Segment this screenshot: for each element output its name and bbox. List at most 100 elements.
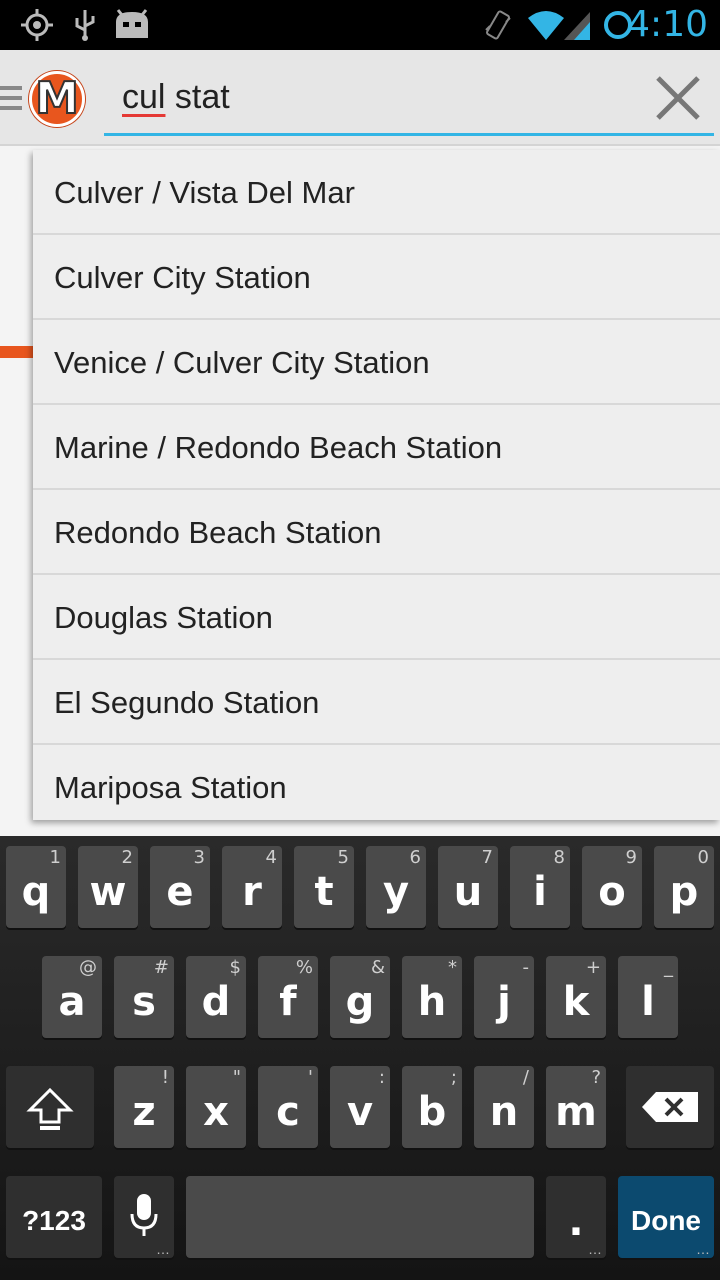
soft-keyboard: 1q 2w 3e 4r 5t 6y 7u 8i 9o 0p @ a # s $ d %… bbox=[0, 836, 720, 1280]
key-label: z bbox=[132, 1089, 156, 1135]
vibrate-icon bbox=[485, 10, 511, 40]
list-item[interactable]: Douglas Station bbox=[33, 575, 720, 660]
key-label: n bbox=[489, 1089, 519, 1135]
list-item[interactable]: Redondo Beach Station bbox=[33, 490, 720, 575]
key-label: w bbox=[89, 869, 127, 915]
key-hint: 3 bbox=[193, 847, 205, 868]
key-t[interactable]: 5t bbox=[294, 846, 354, 928]
app-logo[interactable]: M bbox=[29, 71, 85, 127]
list-item[interactable]: Marine / Redondo Beach Station bbox=[33, 405, 720, 490]
key-d[interactable]: $ d bbox=[186, 956, 246, 1038]
key-n[interactable]: / n bbox=[474, 1066, 534, 1148]
key-hint: % bbox=[295, 957, 313, 978]
key-o[interactable]: 9o bbox=[582, 846, 642, 928]
key-y[interactable]: 6y bbox=[366, 846, 426, 928]
action-bar: M cul stat bbox=[0, 50, 720, 146]
backspace-icon bbox=[642, 1092, 698, 1122]
key-label: r bbox=[242, 869, 262, 915]
screen: 4:10 M cul stat Culver / Vista Del Mar C… bbox=[0, 0, 720, 1280]
android-debug-icon bbox=[116, 9, 148, 38]
shift-icon bbox=[26, 1087, 74, 1130]
done-button[interactable]: Done … bbox=[618, 1176, 714, 1258]
key-label: a bbox=[58, 979, 86, 1025]
key-label: f bbox=[279, 979, 297, 1025]
status-bar: 4:10 bbox=[0, 0, 720, 50]
key-v[interactable]: :v bbox=[330, 1066, 390, 1148]
key-label: x bbox=[203, 1089, 229, 1135]
key-h[interactable]: * h bbox=[402, 956, 462, 1038]
close-icon[interactable] bbox=[652, 72, 704, 124]
key-hint: ? bbox=[591, 1067, 601, 1088]
key-hint: 4 bbox=[265, 847, 277, 868]
list-item[interactable]: El Segundo Station bbox=[33, 660, 720, 745]
key-label: l bbox=[641, 979, 655, 1025]
key-x[interactable]: " x bbox=[186, 1066, 246, 1148]
key-hint: 9 bbox=[625, 847, 637, 868]
key-f[interactable]: % f bbox=[258, 956, 318, 1038]
key-i[interactable]: 8i bbox=[510, 846, 570, 928]
key-c[interactable]: ' c bbox=[258, 1066, 318, 1148]
key-m[interactable]: ? m bbox=[546, 1066, 606, 1148]
wifi-icon bbox=[528, 11, 564, 40]
suggestion-list: Culver / Vista Del Mar Culver City Stati… bbox=[33, 150, 720, 820]
key-label: g bbox=[345, 979, 375, 1025]
key-k[interactable]: + k bbox=[546, 956, 606, 1038]
key-label: y bbox=[382, 869, 410, 915]
key-z[interactable]: ! z bbox=[114, 1066, 174, 1148]
key-a[interactable]: @ a bbox=[42, 956, 102, 1038]
key-label: o bbox=[598, 869, 626, 915]
space-key[interactable] bbox=[186, 1176, 534, 1258]
more-dots-icon: … bbox=[156, 1241, 170, 1257]
voice-input-key[interactable]: … bbox=[114, 1176, 174, 1258]
list-item[interactable]: Mariposa Station bbox=[33, 745, 720, 820]
key-hint: 6 bbox=[409, 847, 421, 868]
suggestion-label: Douglas Station bbox=[54, 600, 273, 635]
key-hint: # bbox=[153, 957, 169, 978]
period-key-label: . bbox=[568, 1199, 584, 1245]
key-s[interactable]: # s bbox=[114, 956, 174, 1038]
key-w[interactable]: 2w bbox=[78, 846, 138, 928]
key-label: k bbox=[562, 979, 590, 1025]
key-b[interactable]: ; b bbox=[402, 1066, 462, 1148]
key-label: e bbox=[166, 869, 194, 915]
key-e[interactable]: 3e bbox=[150, 846, 210, 928]
key-hint: + bbox=[585, 957, 601, 978]
search-rest-text: stat bbox=[165, 78, 230, 116]
key-l[interactable]: _ l bbox=[618, 956, 678, 1038]
backspace-key[interactable] bbox=[626, 1066, 714, 1148]
symbols-key-label: ?123 bbox=[22, 1205, 86, 1236]
suggestion-label: Mariposa Station bbox=[54, 770, 287, 805]
suggestion-label: Culver / Vista Del Mar bbox=[54, 175, 355, 210]
key-q[interactable]: 1q bbox=[6, 846, 66, 928]
more-dots-icon: … bbox=[696, 1241, 710, 1257]
list-item[interactable]: Venice / Culver City Station bbox=[33, 320, 720, 405]
drawer-menu-icon[interactable] bbox=[0, 86, 22, 114]
shift-key[interactable] bbox=[6, 1066, 94, 1148]
key-r[interactable]: 4r bbox=[222, 846, 282, 928]
suggestion-label: Culver City Station bbox=[54, 260, 311, 295]
key-hint: 1 bbox=[49, 847, 61, 868]
key-j[interactable]: -j bbox=[474, 956, 534, 1038]
key-hint: 0 bbox=[697, 847, 709, 868]
key-label: j bbox=[497, 979, 511, 1025]
key-label: i bbox=[533, 869, 547, 915]
key-g[interactable]: & g bbox=[330, 956, 390, 1038]
symbols-key[interactable]: ?123 bbox=[6, 1176, 102, 1258]
period-key[interactable]: .… bbox=[546, 1176, 606, 1258]
key-hint: ! bbox=[161, 1067, 169, 1088]
key-label: d bbox=[201, 979, 231, 1025]
list-item[interactable]: Culver / Vista Del Mar bbox=[33, 150, 720, 235]
key-u[interactable]: 7u bbox=[438, 846, 498, 928]
key-label: q bbox=[21, 869, 51, 915]
search-input[interactable]: cul stat bbox=[104, 50, 714, 136]
suggestion-label: El Segundo Station bbox=[54, 685, 320, 720]
key-hint: ' bbox=[308, 1067, 313, 1088]
done-key-label: Done bbox=[631, 1205, 701, 1236]
gps-icon bbox=[21, 9, 53, 41]
microphone-icon bbox=[130, 1194, 158, 1236]
key-label: u bbox=[453, 869, 483, 915]
list-item[interactable]: Culver City Station bbox=[33, 235, 720, 320]
key-p[interactable]: 0p bbox=[654, 846, 714, 928]
key-hint: $ bbox=[229, 957, 241, 978]
key-hint: " bbox=[232, 1067, 241, 1088]
